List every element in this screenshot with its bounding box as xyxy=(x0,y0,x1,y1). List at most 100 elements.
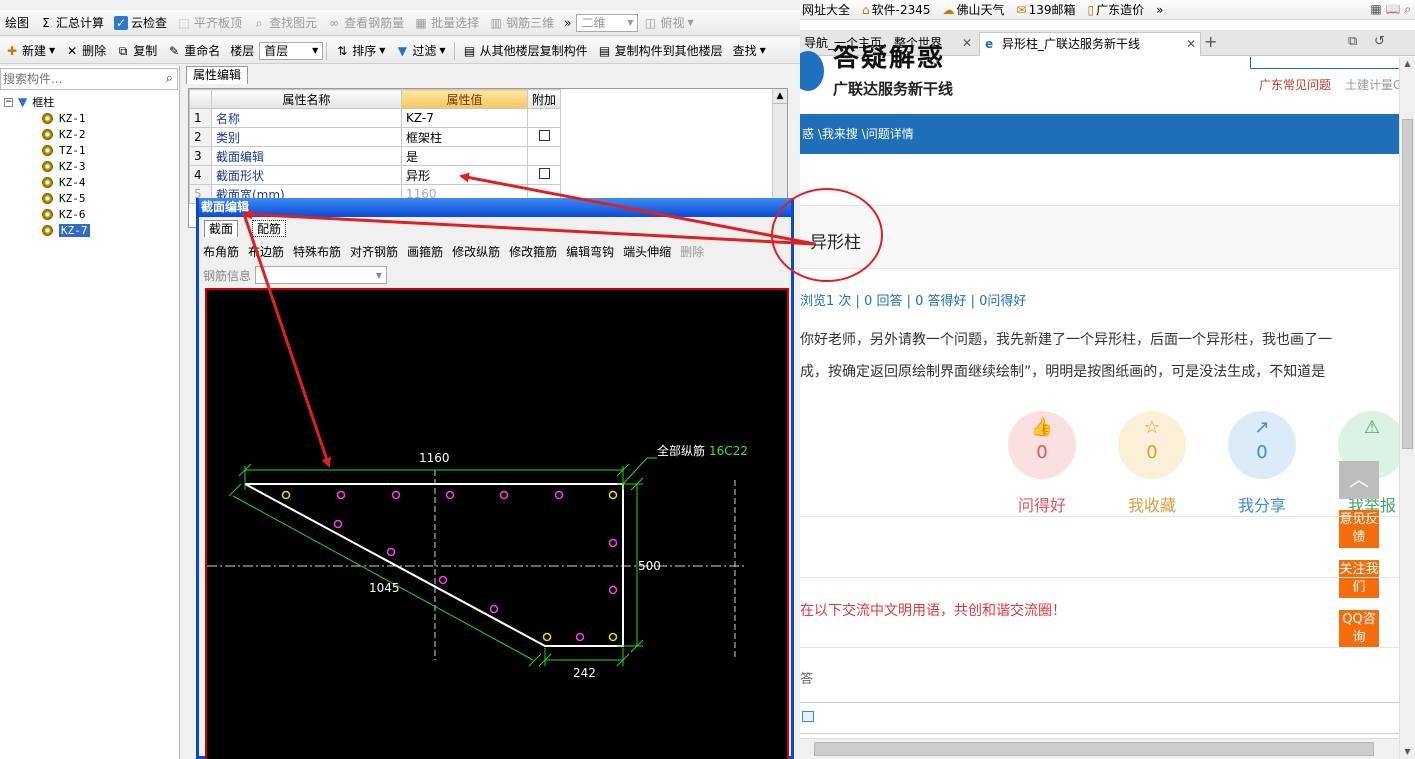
collapse-icon[interactable]: − xyxy=(4,97,13,107)
filter-button[interactable]: ▼ 过滤 ▼ xyxy=(390,40,450,62)
sort-button[interactable]: ⇅ 排序 ▼ xyxy=(330,40,390,62)
header-link-faq[interactable]: 广东常见问题 xyxy=(1259,76,1331,93)
property-row[interactable]: 2 类别 框架柱 xyxy=(189,127,562,147)
side-rebar[interactable] xyxy=(438,575,448,585)
rebar-tool-button[interactable]: 画箍筋 xyxy=(407,243,443,260)
bookmark-item[interactable]: » xyxy=(1156,3,1163,17)
property-row[interactable]: 1 名称 KZ-7 xyxy=(189,108,562,128)
batch-select-button[interactable]: ▦ 批量选择 xyxy=(409,12,484,34)
scroll-down-icon[interactable]: ▼ xyxy=(1400,745,1415,759)
sum-calc-button[interactable]: Σ 汇总计算 xyxy=(34,12,109,34)
rebar-tool-button[interactable]: 编辑弯钩 xyxy=(566,243,614,260)
rebar-tool-button[interactable]: 对齐钢筋 xyxy=(350,243,398,260)
draw-button[interactable]: 绘图 xyxy=(0,12,34,34)
property-row[interactable]: 3 截面编辑是 xyxy=(189,146,562,166)
property-value[interactable]: 框架柱 xyxy=(401,127,528,147)
image-icon[interactable] xyxy=(802,711,814,722)
property-row[interactable]: 4 截面形状 异形 xyxy=(189,165,562,185)
side-rebar[interactable] xyxy=(336,490,346,500)
back-to-top-icon[interactable]: ︿ xyxy=(1339,461,1379,499)
action-thumbs-up-button[interactable]: 👍 0 xyxy=(1008,411,1076,479)
new-tab-button[interactable]: + xyxy=(1204,32,1217,51)
tab-list-icon[interactable]: ⧉ xyxy=(1348,34,1357,49)
rebar-tool-button[interactable]: 修改纵筋 xyxy=(452,243,500,260)
section-outline[interactable] xyxy=(244,483,624,647)
property-value[interactable]: KZ-7 xyxy=(401,108,528,128)
tree-item[interactable]: KZ-3 xyxy=(4,158,90,174)
close-icon[interactable]: ✕ xyxy=(962,32,972,54)
horizontal-scrollbar[interactable] xyxy=(800,738,1399,759)
cloud-check-button[interactable]: ✓ 云检查 xyxy=(109,12,172,34)
delete-button[interactable]: ✕ 删除 xyxy=(60,40,111,62)
side-rebar[interactable] xyxy=(575,632,585,642)
undo-close-icon[interactable]: ↺ xyxy=(1374,34,1385,49)
view-mode-select[interactable]: 二维 ▼ xyxy=(576,13,639,32)
action-share-button[interactable]: ↗ 0 xyxy=(1228,411,1296,479)
apps-icon[interactable]: ▦ xyxy=(1370,2,1381,16)
side-button[interactable]: QQ咨询 xyxy=(1339,610,1379,648)
tree-item[interactable]: KZ-5 xyxy=(4,190,90,206)
extra-checkbox[interactable] xyxy=(538,130,550,141)
corner-rebar[interactable] xyxy=(281,490,291,500)
side-rebar[interactable] xyxy=(333,519,343,529)
property-value[interactable]: 是 xyxy=(401,146,528,166)
copy-button[interactable]: ⧉ 复制 xyxy=(111,40,162,62)
rebar-3d-button[interactable]: ▥ 钢筋三维 xyxy=(484,12,559,34)
side-rebar[interactable] xyxy=(608,538,618,548)
bookmark-item[interactable]: ✉ 139邮箱 xyxy=(1017,1,1076,18)
action-star-button[interactable]: ☆ 0 xyxy=(1118,411,1186,479)
rebar-tool-button[interactable]: 特殊布筋 xyxy=(293,243,341,260)
side-button[interactable]: 关注我们 xyxy=(1339,560,1379,598)
rename-button[interactable]: ✎ 重命名 xyxy=(162,40,225,62)
top-view-button[interactable]: ◫ 俯视 ▼ xyxy=(638,12,698,34)
side-rebar[interactable] xyxy=(391,490,401,500)
corner-rebar[interactable] xyxy=(542,632,552,642)
bookmark-item[interactable]: 网址大全 xyxy=(800,1,850,18)
browser-tab-1[interactable]: e 异形柱_广联达服务新干线 ✕ xyxy=(979,32,1201,56)
rebar-tool-button[interactable]: 布角筋 xyxy=(203,243,239,260)
property-value[interactable]: 异形 xyxy=(401,165,528,185)
bookmark-item[interactable]: ⌂ 软件-2345 xyxy=(862,1,931,18)
bookmark-item[interactable]: ▯ 广东造价 xyxy=(1088,1,1145,18)
corner-rebar[interactable] xyxy=(608,632,618,642)
side-rebar[interactable] xyxy=(608,585,618,595)
scrollbar-thumb[interactable] xyxy=(814,742,1374,756)
action-label[interactable]: 我分享 xyxy=(1217,492,1307,516)
align-slab-button[interactable]: ⬚ 平齐板顶 xyxy=(172,12,247,34)
tab-section[interactable]: 截面 xyxy=(204,220,239,237)
copy-from-floor-button[interactable]: ▤ 从其他楼层复制构件 xyxy=(458,40,593,62)
tab-property-edit[interactable]: 属性编辑 xyxy=(186,66,248,84)
new-button[interactable]: ✚ 新建 ▼ xyxy=(0,40,60,62)
copy-to-floor-button[interactable]: ▤ 复制构件到其他楼层 xyxy=(593,40,728,62)
answer-editor[interactable] xyxy=(800,702,1399,734)
scrollbar-thumb[interactable] xyxy=(1402,119,1413,449)
scroll-up-icon[interactable]: ▲ xyxy=(773,89,787,104)
header-link-civil[interactable]: 土建计量G xyxy=(1345,76,1402,93)
side-rebar[interactable] xyxy=(554,490,564,500)
side-rebar[interactable] xyxy=(445,490,455,500)
book-icon[interactable]: 📖 xyxy=(1385,2,1400,16)
close-icon[interactable]: ✕ xyxy=(1186,33,1196,55)
bookmark-item[interactable]: ☁ 佛山天气 xyxy=(943,1,1005,18)
rebar-tool-button[interactable]: 端头伸缩 xyxy=(623,243,671,260)
tree-item[interactable]: KZ-6 xyxy=(4,206,90,222)
tree-item[interactable]: KZ-2 xyxy=(4,126,90,142)
breadcrumb[interactable]: 惑 \我来搜 \问题详情 xyxy=(800,114,1399,154)
side-rebar[interactable] xyxy=(489,604,499,614)
tree-item[interactable]: KZ-4 xyxy=(4,174,90,190)
action-label[interactable]: 问得好 xyxy=(997,492,1087,516)
side-rebar[interactable] xyxy=(499,490,509,500)
page-scrollbar[interactable]: ▲ ▼ xyxy=(1399,57,1415,759)
rebar-tool-button[interactable]: 删除 xyxy=(680,243,704,260)
tree-root[interactable]: − ▼ 框柱 xyxy=(4,94,90,110)
section-drawing-canvas[interactable]: 1160 500 242 1045 全部纵筋 16C22 xyxy=(205,288,789,759)
action-label[interactable]: 我收藏 xyxy=(1107,492,1197,516)
rebar-tool-button[interactable]: 修改箍筋 xyxy=(509,243,557,260)
side-rebar[interactable] xyxy=(386,547,396,557)
view-rebar-button[interactable]: ∞ 查看钢筋量 xyxy=(322,12,409,34)
search-icon[interactable]: ⌕ xyxy=(166,71,173,86)
toolbar-overflow[interactable]: » xyxy=(559,12,576,34)
scroll-up-icon[interactable]: ▲ xyxy=(1400,57,1415,71)
search-icon[interactable]: ⌕ xyxy=(1404,2,1411,16)
component-search-input[interactable] xyxy=(1,71,151,87)
